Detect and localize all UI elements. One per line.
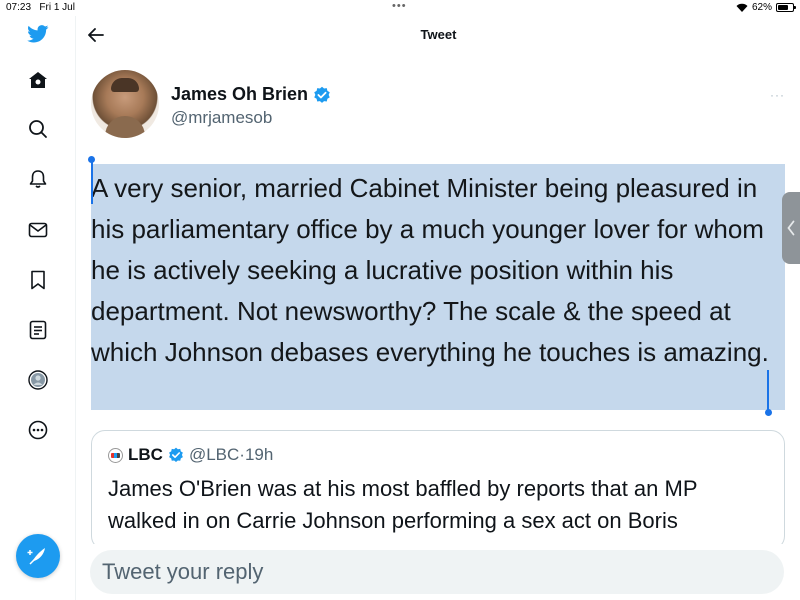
quoted-author-handle: @LBC·19h (188, 445, 274, 464)
avatar[interactable] (91, 70, 159, 138)
page-title: Tweet (420, 27, 457, 42)
more-options-icon[interactable] (24, 416, 52, 444)
selection-caret-end (767, 370, 769, 412)
battery-icon (776, 3, 796, 12)
quoted-tweet[interactable]: LBC @LBC·19h James O'Brien was at his mo… (91, 430, 785, 550)
wifi-icon (736, 3, 748, 12)
twitter-logo-icon[interactable] (24, 20, 52, 48)
status-time: 07:23 Fri 1 Jul (6, 2, 75, 13)
quoted-author-name: LBC (128, 445, 163, 464)
lists-icon[interactable] (24, 316, 52, 344)
tweet-text[interactable]: A very senior, married Cabinet Minister … (91, 168, 781, 373)
selection-caret-start (91, 160, 93, 204)
sidebar (0, 16, 76, 600)
author-name-row[interactable]: James Oh Brien (171, 84, 331, 105)
notifications-bell-icon[interactable] (24, 165, 52, 193)
compose-button[interactable] (16, 534, 60, 578)
profile-icon[interactable] (24, 366, 52, 394)
author-handle[interactable]: @mrjamesob (171, 108, 272, 128)
verified-badge-icon (314, 86, 330, 103)
selection-handle-start[interactable] (88, 156, 95, 163)
slide-over-tab[interactable] (782, 192, 800, 264)
quoted-tweet-text: James O'Brien was at his most baffled by… (108, 476, 698, 549)
top-bar: Tweet (77, 16, 800, 54)
search-icon[interactable] (24, 115, 52, 143)
compose-feather-icon (27, 548, 45, 565)
multitask-handle[interactable]: ••• (392, 0, 407, 12)
chevron-left-icon (787, 220, 795, 236)
reply-input[interactable] (102, 558, 762, 586)
avatar-shirt (105, 116, 145, 138)
quoted-tweet-header: LBC @LBC·19h (108, 445, 273, 465)
messages-envelope-icon[interactable] (24, 216, 52, 244)
status-bar: 07:23 Fri 1 Jul ••• 62% (0, 0, 800, 16)
reply-bar[interactable] (90, 550, 784, 594)
battery-fill (778, 5, 788, 10)
battery-percent: 62% (751, 2, 772, 13)
bookmarks-icon[interactable] (24, 266, 52, 294)
selection-handle-end[interactable] (765, 409, 772, 416)
lbc-avatar (108, 447, 123, 463)
author-name[interactable]: James Oh Brien (171, 84, 308, 105)
status-right: 62% (736, 2, 796, 13)
tweet-more-button[interactable]: ··· (770, 88, 785, 102)
verified-badge-icon (169, 447, 183, 463)
home-icon[interactable] (24, 66, 52, 94)
avatar-hair (111, 78, 139, 92)
